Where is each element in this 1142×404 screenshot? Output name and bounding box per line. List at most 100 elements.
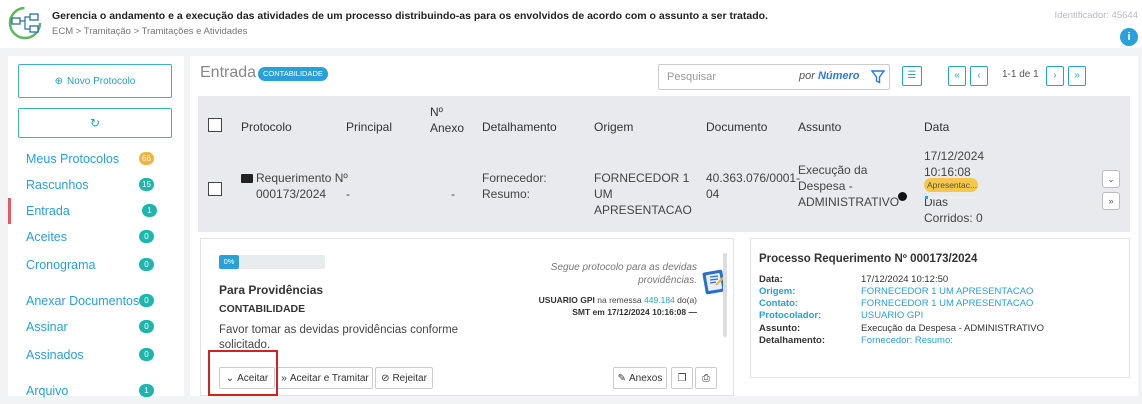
sidebar-item-aceites[interactable]: Aceites 0: [8, 224, 184, 250]
count-badge: 1: [139, 384, 154, 397]
sidebar-item-label: Anexar Documentos: [26, 294, 140, 308]
cell-principal: -: [346, 187, 350, 201]
column-header-documento[interactable]: Documento: [706, 120, 767, 134]
search-input[interactable]: [667, 68, 787, 86]
cell-documento: 40.363.076/0001-04: [706, 171, 801, 201]
count-badge: 0: [139, 320, 154, 333]
card-department: CONTABILIDADE: [219, 303, 306, 315]
aceitar-tramitar-button[interactable]: » Aceitar e Tramitar: [277, 367, 373, 389]
card-title: Para Providências: [219, 283, 324, 297]
highlight-box: [208, 350, 278, 396]
refresh-icon: ↻: [89, 116, 101, 130]
status-badge: Apresentac...: [924, 178, 978, 192]
aceitar-tramitar-label: Aceitar e Tramitar: [289, 372, 369, 384]
process-flow-icon: [8, 6, 42, 40]
anexos-button[interactable]: ✎ Anexos: [613, 367, 667, 389]
filter-icon[interactable]: [871, 70, 885, 84]
plus-circle-icon: ⊕: [54, 75, 63, 87]
sidebar-item-label: Cronograma: [26, 258, 96, 272]
progress-label: 0%: [219, 255, 239, 269]
count-badge: 15: [139, 178, 154, 191]
table-header: Protocolo Principal Nº Anexo Detalhament…: [198, 96, 1130, 144]
sidebar-item-label: Assinados: [26, 348, 84, 362]
sidebar-item-label: Entrada: [26, 204, 70, 218]
progress-bar: 0%: [219, 255, 325, 269]
cell-data: 17/12/2024 10:16:08: [924, 149, 985, 179]
next-page-button[interactable]: ›: [1046, 66, 1064, 86]
sidebar-item-rascunhos[interactable]: Rascunhos 15: [8, 172, 184, 198]
meta-remessa-link[interactable]: 449.184: [644, 295, 675, 305]
column-header-principal[interactable]: Principal: [346, 120, 392, 134]
page-title: Entrada: [200, 64, 257, 81]
cell-protocolo: Requerimento Nº 000173/2024: [256, 171, 348, 201]
count-badge: 1: [142, 204, 157, 217]
sidebar-item-meus-protocolos[interactable]: Meus Protocolos 66: [8, 146, 184, 172]
sidebar-item-entrada[interactable]: Entrada 1: [8, 198, 184, 224]
sidebar-item-assinar[interactable]: Assinar 0: [8, 314, 184, 340]
double-chevron-down-icon: »: [1108, 196, 1114, 206]
table-row[interactable]: Requerimento Nº 000173/2024 - - Forneced…: [198, 144, 1130, 232]
sidebar-item-label: Assinar: [26, 320, 68, 334]
list-icon: ☰: [907, 70, 917, 81]
identifier-label: Identificador: 45644: [1054, 10, 1138, 21]
column-header-detalhamento[interactable]: Detalhamento: [482, 120, 557, 134]
double-chevron-down-icon: »: [281, 372, 287, 384]
copy-button[interactable]: ❐: [671, 367, 693, 389]
sidebar-item-assinados[interactable]: Assinados 0: [8, 342, 184, 368]
note-text: Segue protocolo para as devidas providên…: [550, 262, 697, 286]
folder-icon: [241, 174, 253, 183]
meta-line2: SMT em 17/12/2024 10:16:08 —: [572, 307, 697, 317]
novo-protocolo-label: Novo Protocolo: [67, 75, 136, 87]
status-dot: [898, 192, 907, 201]
rejeitar-label: Rejeitar: [392, 372, 427, 384]
top-bar: Gerencia o andamento e a execução das at…: [0, 0, 1142, 48]
count-badge: 0: [139, 258, 154, 271]
sidebar-item-anexar-documentos[interactable]: Anexar Documentos 0: [8, 288, 184, 314]
cell-assunto: Execução da Despesa - ADMINISTRATIVO: [798, 163, 900, 209]
department-badge: CONTABILIDADE: [258, 67, 328, 81]
meta-user: USUARIO GPI: [538, 295, 595, 305]
card-message: Favor tomar as devidas providências conf…: [219, 324, 459, 351]
sidebar-item-arquivo[interactable]: Arquivo 1: [8, 378, 184, 404]
field-value-assunto: Execução da Despesa - ADMINISTRATIVO: [861, 323, 1045, 334]
list-view-button[interactable]: ☰: [902, 66, 922, 86]
count-badge: 0: [139, 230, 154, 243]
column-header-data[interactable]: Data: [924, 120, 949, 134]
last-page-button[interactable]: »: [1068, 66, 1086, 86]
field-label-data: Data:: [759, 274, 783, 285]
novo-protocolo-button[interactable]: ⊕ Novo Protocolo: [18, 64, 172, 98]
select-all-checkbox[interactable]: [208, 118, 222, 132]
chevron-down-icon: ⌄: [1107, 174, 1115, 184]
card-scrollbar[interactable]: [723, 253, 727, 337]
search-mode-value: Número: [817, 70, 860, 82]
copy-icon: ❐: [677, 372, 687, 384]
sidebar-item-cronograma[interactable]: Cronograma 0: [8, 252, 184, 278]
prev-page-button[interactable]: ‹: [970, 66, 988, 86]
row-checkbox[interactable]: [208, 182, 222, 196]
column-header-anexo[interactable]: Nº Anexo: [430, 104, 466, 136]
first-page-button[interactable]: «: [948, 66, 966, 86]
info-icon[interactable]: i: [1120, 28, 1138, 46]
meta-suffix: do(a): [677, 295, 697, 305]
column-header-origem[interactable]: Origem: [594, 120, 633, 134]
rejeitar-button[interactable]: ⊘ Rejeitar: [375, 367, 433, 389]
paperclip-icon: ✎: [617, 372, 627, 384]
count-badge: 66: [139, 152, 154, 165]
meta-text: na remessa: [597, 295, 642, 305]
note-meta: USUARIO GPI na remessa 449.184 do(a) SMT…: [491, 294, 697, 318]
field-value-protocolador[interactable]: USUARIO GPI: [861, 310, 923, 321]
column-header-assunto[interactable]: Assunto: [798, 120, 841, 134]
field-label-detalhamento: Detalhamento:: [759, 335, 825, 346]
search-mode-selector[interactable]: por Número: [799, 70, 860, 82]
count-badge: 0: [139, 294, 154, 307]
field-value-origem[interactable]: FORNECEDOR 1 UM APRESENTACAO: [861, 286, 1033, 297]
processo-card: Processo Requerimento Nº 000173/2024 Dat…: [750, 238, 1130, 378]
column-header-protocolo[interactable]: Protocolo: [241, 120, 292, 134]
expand-row-button[interactable]: ⌄: [1102, 170, 1120, 188]
expand-all-button[interactable]: »: [1102, 192, 1120, 210]
page-description: Gerencia o andamento e a execução das at…: [52, 10, 768, 22]
field-value-contato[interactable]: FORNECEDOR 1 UM APRESENTACAO: [861, 298, 1033, 309]
print-button[interactable]: ⎙: [695, 367, 717, 389]
refresh-button[interactable]: ↻: [18, 108, 172, 138]
field-value-data: 17/12/2024 10:12:50: [861, 274, 949, 285]
